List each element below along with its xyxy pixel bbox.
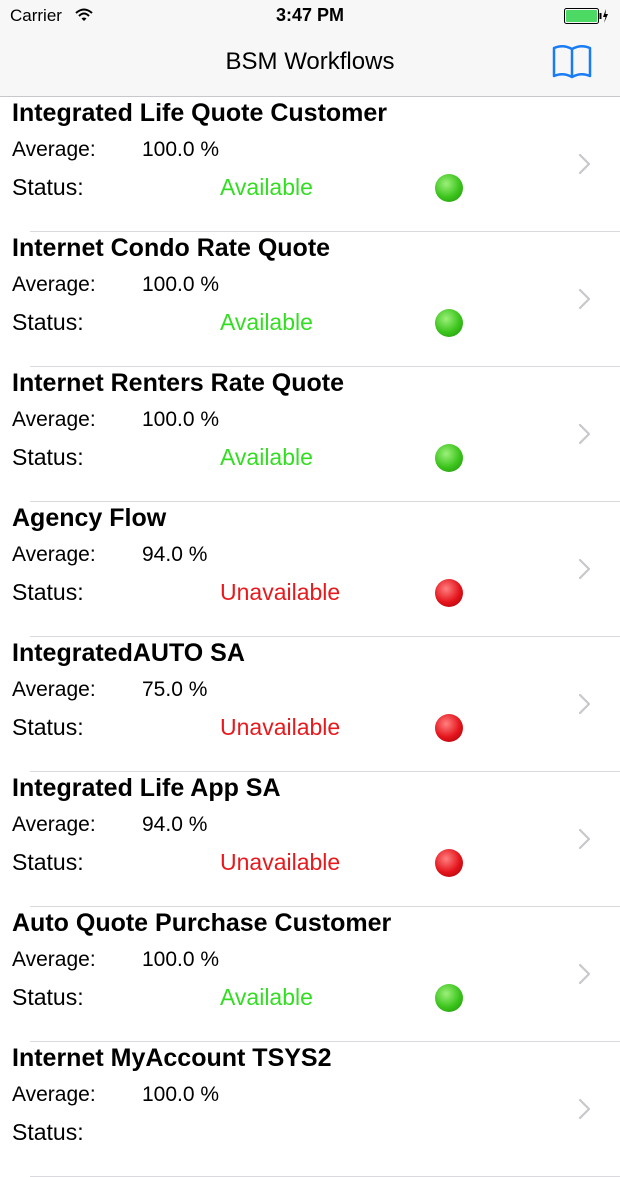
status-label: Status: xyxy=(12,984,84,1010)
average-value: 100.0 % xyxy=(142,948,220,971)
status-red-dot-icon xyxy=(435,849,463,877)
status-label: Status: xyxy=(12,849,84,875)
status-label: Status: xyxy=(12,174,84,200)
workflow-row[interactable]: Integrated Life App SA Average: 94.0 % Stat… xyxy=(0,772,620,907)
clock: 3:47 PM xyxy=(275,5,345,25)
status-value: Unavailable xyxy=(220,714,341,740)
average-label: Average: xyxy=(12,948,96,971)
workflow-row[interactable]: Internet MyAccount TSYS2 Average: 100.0 % S… xyxy=(0,1042,620,1177)
average-label: Average: xyxy=(12,1083,96,1106)
status-label: Status: xyxy=(12,444,84,470)
workflow-row[interactable]: Agency Flow Average: 94.0 % Status: Unavaila… xyxy=(0,502,620,637)
navigation-bar: BSM Workflows xyxy=(0,32,620,97)
status-bar: Carrier 3:47 PM xyxy=(0,0,620,32)
workflow-title: IntegratedAUTO SA xyxy=(12,639,245,667)
status-green-dot-icon xyxy=(435,444,463,472)
status-red-dot-icon xyxy=(435,579,463,607)
average-label: Average: xyxy=(12,543,96,566)
status-value: Available xyxy=(220,174,313,200)
status-value: Available xyxy=(220,984,313,1010)
workflow-row[interactable]: Internet Condo Rate Quote Average: 100.0 %… xyxy=(0,232,620,367)
workflow-title: Internet Renters Rate Quote xyxy=(12,369,345,397)
status-value: Unavailable xyxy=(220,849,341,875)
status-label: Status: xyxy=(12,1119,84,1145)
average-value: 100.0 % xyxy=(142,138,220,161)
average-label: Average: xyxy=(12,273,96,296)
average-value: 94.0 % xyxy=(142,813,208,836)
workflow-title: Agency Flow xyxy=(12,504,167,532)
status-value: Unavailable xyxy=(220,579,341,605)
workflow-list: Integrated Life Quote Customer Average: 10… xyxy=(0,97,620,1177)
workflow-title: Internet MyAccount TSYS2 xyxy=(12,1044,332,1072)
chevron-right-icon xyxy=(578,288,591,310)
workflow-title: Auto Quote Purchase Customer xyxy=(12,909,392,937)
average-label: Average: xyxy=(12,813,96,836)
status-value: Available xyxy=(220,444,313,470)
average-label: Average: xyxy=(12,408,96,431)
workflow-row[interactable]: Internet Renters Rate Quote Average: 100.0… xyxy=(0,367,620,502)
average-value: 100.0 % xyxy=(142,273,220,296)
status-green-dot-icon xyxy=(435,174,463,202)
status-label: Status: xyxy=(12,714,84,740)
workflow-title: Integrated Life Quote Customer xyxy=(12,99,388,127)
chevron-right-icon xyxy=(578,153,591,175)
book-icon[interactable] xyxy=(550,42,594,82)
workflow-title: Internet Condo Rate Quote xyxy=(12,234,331,262)
average-value: 100.0 % xyxy=(142,1083,220,1106)
workflow-row[interactable]: Auto Quote Purchase Customer Average: 100.… xyxy=(0,907,620,1042)
workflow-row[interactable]: Integrated Life Quote Customer Average: 10… xyxy=(0,97,620,232)
status-green-dot-icon xyxy=(435,984,463,1012)
average-value: 94.0 % xyxy=(142,543,208,566)
workflow-row[interactable]: IntegratedAUTO SA Average: 75.0 % Status: Un… xyxy=(0,637,620,772)
status-label: Status: xyxy=(12,309,84,335)
chevron-right-icon xyxy=(578,828,591,850)
battery-charging-icon xyxy=(564,8,608,24)
status-value: Available xyxy=(220,309,313,335)
average-label: Average: xyxy=(12,678,96,701)
chevron-right-icon xyxy=(578,693,591,715)
average-value: 100.0 % xyxy=(142,408,220,431)
status-red-dot-icon xyxy=(435,714,463,742)
chevron-right-icon xyxy=(578,423,591,445)
chevron-right-icon xyxy=(578,558,591,580)
page-title: BSM Workflows xyxy=(225,48,395,75)
average-value: 75.0 % xyxy=(142,678,208,701)
chevron-right-icon xyxy=(578,1098,591,1120)
workflow-title: Integrated Life App SA xyxy=(12,774,281,802)
status-green-dot-icon xyxy=(435,309,463,337)
chevron-right-icon xyxy=(578,963,591,985)
average-label: Average: xyxy=(12,138,96,161)
status-label: Status: xyxy=(12,579,84,605)
